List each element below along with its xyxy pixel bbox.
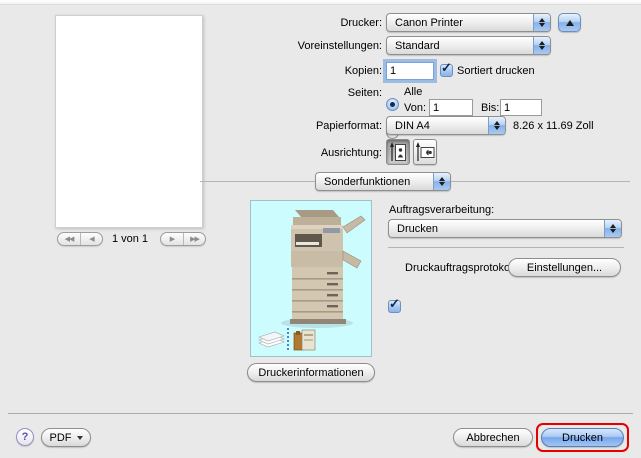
presets-popup-value: Standard (395, 39, 440, 52)
paper-size-label: Papierformat: (315, 120, 382, 132)
cancel-button[interactable]: Abbrechen (453, 428, 533, 447)
previous-page-icon[interactable]: ◀ (80, 233, 102, 245)
copies-input[interactable] (386, 62, 434, 80)
paper-stack-icon (258, 331, 285, 348)
page-nav-forward-group[interactable]: ▶ ▶▶ (160, 232, 206, 246)
footer-divider (8, 413, 633, 414)
job-processing-label: Auftragsverarbeitung: (389, 204, 495, 216)
copies-label: Kopien: (344, 65, 382, 77)
popup-stepper-icon (604, 220, 621, 237)
orientation-portrait-button[interactable] (386, 139, 410, 165)
print-button-label: Drucken (562, 431, 603, 444)
collated-label: Sortiert drucken (457, 65, 535, 77)
job-log-checkbox[interactable]: ✓ (388, 296, 401, 313)
presets-label: Voreinstellungen: (297, 40, 382, 52)
pages-from-label: Von: (404, 102, 427, 114)
paper-size-info: 8.26 x 11.69 Zoll (513, 120, 594, 132)
print-preview-page (55, 15, 203, 228)
printer-popup-value: Canon Printer (395, 16, 463, 29)
checkmark-icon: ✓ (389, 296, 400, 311)
pane-selector-popup[interactable]: Sonderfunktionen (315, 172, 451, 191)
printer-info-button[interactable]: Druckerinformationen (247, 363, 375, 382)
printer-illustration (258, 210, 366, 352)
pages-label: Seiten: (347, 87, 382, 99)
landscape-icon (416, 141, 435, 161)
pdf-button-label: PDF (49, 431, 72, 444)
job-processing-value: Drucken (397, 222, 438, 235)
pdf-menu-button[interactable]: PDF (41, 428, 91, 447)
print-button[interactable]: Drucken (541, 428, 624, 447)
popup-stepper-icon (433, 173, 450, 190)
pane-selector-value: Sonderfunktionen (324, 175, 411, 188)
printer-preview-box (250, 200, 372, 357)
job-log-label: Druckauftragsprotokoll (405, 262, 516, 274)
last-page-icon[interactable]: ▶▶ (183, 233, 205, 245)
triangle-up-icon (565, 19, 574, 26)
pages-all-label: Alle (404, 86, 423, 98)
help-button[interactable]: ? (16, 428, 34, 446)
chevron-down-icon (76, 435, 83, 440)
checkmark-icon: ✓ (441, 60, 452, 75)
paper-size-popup-value: DIN A4 (395, 119, 430, 132)
next-page-icon[interactable]: ▶ (161, 233, 183, 245)
job-processing-popup[interactable]: Drucken (388, 219, 622, 238)
popup-stepper-icon (533, 37, 550, 54)
pages-from-input[interactable] (429, 99, 473, 116)
job-folder-icon (293, 329, 316, 351)
popup-stepper-icon (533, 14, 550, 31)
page-indicator: 1 von 1 (111, 233, 149, 245)
settings-button[interactable]: Einstellungen... (508, 258, 621, 277)
pages-to-label: Bis: (481, 102, 500, 114)
printer-info-button-label: Druckerinformationen (258, 366, 364, 379)
section-divider (388, 247, 624, 248)
printer-popup[interactable]: Canon Printer (386, 13, 551, 32)
cancel-button-label: Abbrechen (466, 431, 520, 444)
sheet-top-edge (0, 0, 641, 5)
collapse-dialog-button[interactable] (558, 13, 581, 32)
first-page-icon[interactable]: ◀◀ (58, 233, 80, 245)
orientation-label: Ausrichtung: (320, 147, 382, 159)
pages-all-radio[interactable] (386, 98, 399, 111)
pages-to-input[interactable] (500, 99, 542, 116)
paper-size-popup[interactable]: DIN A4 (386, 116, 506, 135)
printer-label: Drucker: (340, 17, 382, 29)
presets-popup[interactable]: Standard (386, 36, 551, 55)
orientation-landscape-button[interactable] (413, 139, 437, 165)
portrait-icon (390, 141, 406, 161)
settings-button-label: Einstellungen... (526, 261, 603, 274)
help-icon: ? (21, 431, 29, 443)
page-nav-back-group[interactable]: ◀◀ ◀ (57, 232, 103, 246)
popup-stepper-icon (488, 117, 505, 134)
collated-checkbox[interactable]: ✓ (440, 60, 453, 77)
